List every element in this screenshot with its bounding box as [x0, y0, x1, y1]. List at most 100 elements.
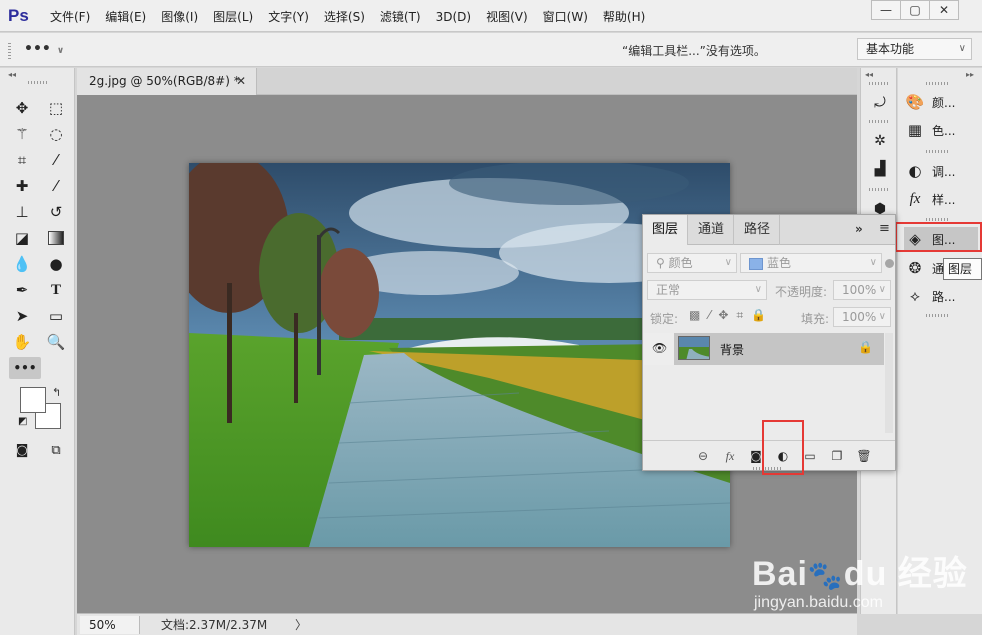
tab-layers[interactable]: 图层 [643, 215, 689, 245]
move-tool-icon[interactable]: ✥ [9, 97, 35, 119]
dock-grip[interactable] [926, 82, 950, 85]
magic-wand-tool-icon[interactable]: ⚚ [9, 123, 35, 145]
lock-artboard-icon[interactable]: ⌗ [736, 308, 743, 323]
dock-grip[interactable] [869, 120, 889, 123]
menu-help[interactable]: 帮助(H) [603, 8, 645, 26]
swatches-icon: ▦ [907, 121, 923, 139]
document-tab[interactable]: 2g.jpg @ 50%(RGB/8#) * ✕ [77, 68, 257, 95]
minimize-button[interactable]: — [871, 0, 901, 20]
menu-select[interactable]: 选择(S) [324, 8, 365, 26]
options-grip[interactable] [8, 41, 11, 59]
close-button[interactable]: ✕ [929, 0, 959, 20]
edit-toolbar-button[interactable]: ••• [9, 357, 41, 379]
filter-value-select[interactable]: 蓝色 ∨ [740, 253, 882, 273]
swatches-panel-button[interactable]: ▦ 色... [904, 118, 978, 142]
delete-layer-icon[interactable]: 🗑 [855, 447, 873, 465]
workspace-select[interactable]: 基本功能 ∨ [857, 38, 972, 60]
rectangle-tool-icon[interactable]: ▭ [43, 305, 69, 327]
collapse-icon[interactable]: ◂◂ [865, 70, 873, 79]
menu-type[interactable]: 文字(Y) [268, 8, 309, 26]
marquee-tool-icon[interactable]: ⬚ [43, 97, 69, 119]
lock-position-icon[interactable]: ✥ [718, 308, 728, 323]
filter-kind-select[interactable]: ⚲ 颜色 ∨ [647, 253, 737, 273]
navigator-panel-icon[interactable]: ✲ [868, 130, 892, 152]
blend-mode-select[interactable]: 正常 ∨ [647, 280, 767, 300]
close-icon[interactable]: ✕ [236, 68, 246, 95]
toolbar-more-button[interactable]: ••• ∨ [24, 41, 64, 57]
chevron-down-icon: ∨ [878, 311, 886, 322]
blue-color-swatch [749, 257, 763, 270]
dock-grip[interactable] [869, 188, 889, 191]
toolbar-grip[interactable] [28, 81, 48, 84]
restore-button[interactable]: ▢ [900, 0, 930, 20]
fill-value: 100% [842, 310, 877, 324]
menu-filter[interactable]: 滤镜(T) [380, 8, 421, 26]
pen-tool-icon[interactable]: ✒ [9, 279, 35, 301]
lock-transparent-icon[interactable]: ▩ [689, 308, 700, 323]
menu-window[interactable]: 窗口(W) [543, 8, 588, 26]
zoom-tool-icon[interactable]: 🔍 [43, 331, 69, 353]
histogram-panel-icon[interactable]: ▟ [868, 158, 892, 180]
paths-panel-button[interactable]: ⟡ 路... [904, 284, 978, 308]
status-menu-arrow[interactable]: 〉 [295, 616, 307, 634]
lock-pixels-icon[interactable]: ⁄ [708, 308, 710, 323]
color-panel-button[interactable]: 🎨 颜... [904, 90, 978, 114]
swap-colors-icon[interactable]: ↰ [52, 386, 61, 399]
zoom-field[interactable]: 50% [80, 616, 140, 634]
menu-3d[interactable]: 3D(D) [436, 8, 471, 26]
photoshop-logo: Ps [8, 6, 29, 25]
eyedropper-tool-icon[interactable]: ⁄ [43, 149, 69, 171]
fill-field[interactable]: 100% ∨ [833, 307, 891, 327]
menu-edit[interactable]: 编辑(E) [105, 8, 146, 26]
quick-mask-icon[interactable]: ◙ [9, 439, 35, 461]
layers-scrollbar[interactable] [885, 333, 893, 433]
hand-tool-icon[interactable]: ✋ [9, 331, 35, 353]
crop-tool-icon[interactable]: ⌗ [9, 149, 35, 171]
filter-toggle[interactable] [885, 259, 894, 268]
dock-grip[interactable] [926, 150, 950, 153]
history-panel-icon[interactable]: ⤾ [868, 92, 892, 114]
collapse-panel-icon[interactable]: » [855, 222, 863, 236]
menu-view[interactable]: 视图(V) [486, 8, 528, 26]
visibility-eye-icon[interactable]: 👁 [652, 341, 667, 355]
fx-icon[interactable]: fx [721, 447, 739, 465]
menu-file[interactable]: 文件(F) [50, 8, 90, 26]
dock-grip[interactable] [926, 218, 950, 221]
window-controls: — ▢ ✕ [871, 0, 959, 20]
fill-label: 填充: [801, 312, 830, 326]
path-selection-tool-icon[interactable]: ➤ [9, 305, 35, 327]
gradient-tool-icon[interactable] [43, 227, 69, 249]
clone-stamp-tool-icon[interactable]: ⊥ [9, 201, 35, 223]
menu-layer[interactable]: 图层(L) [213, 8, 253, 26]
dodge-tool-icon[interactable]: ● [43, 253, 69, 275]
link-layers-icon[interactable]: ⊖ [694, 447, 712, 465]
tab-channels[interactable]: 通道 [689, 215, 735, 245]
lock-all-icon[interactable]: 🔒 [751, 308, 766, 323]
layer-name: 背景 [720, 343, 745, 357]
foreground-color-swatch[interactable] [20, 387, 46, 413]
quick-selection-tool-icon[interactable]: ◌ [43, 123, 69, 145]
menu-image[interactable]: 图像(I) [161, 8, 198, 26]
styles-panel-button[interactable]: fx 样... [904, 187, 978, 211]
layer-row[interactable]: 👁 背景 🔒 [644, 333, 884, 365]
healing-brush-tool-icon[interactable]: ✚ [9, 175, 35, 197]
blend-mode-value: 正常 [656, 283, 681, 297]
adjustments-panel-button[interactable]: ◐ 调... [904, 159, 978, 183]
history-brush-tool-icon[interactable]: ↺ [43, 201, 69, 223]
default-colors-icon[interactable]: ◩ [18, 416, 27, 427]
screen-mode-icon[interactable]: ⧉ [43, 439, 69, 461]
eraser-tool-icon[interactable]: ◪ [9, 227, 35, 249]
blur-tool-icon[interactable]: 💧 [9, 253, 35, 275]
panel-menu-icon[interactable]: ≡ [879, 221, 890, 236]
collapse-icon[interactable]: ◂◂ [8, 70, 16, 79]
paths-panel-label: 路... [932, 289, 956, 304]
dock-grip[interactable] [926, 314, 950, 317]
tab-paths[interactable]: 路径 [735, 215, 781, 245]
dock-grip[interactable] [869, 82, 889, 85]
type-tool-icon[interactable]: T [43, 279, 69, 301]
new-layer-icon[interactable]: ❐ [828, 447, 846, 465]
layer-body[interactable]: 背景 🔒 [674, 333, 884, 365]
opacity-field[interactable]: 100% ∨ [833, 280, 891, 300]
brush-tool-icon[interactable]: ⁄ [43, 175, 69, 197]
expand-icon[interactable]: ▸▸ [966, 70, 974, 79]
